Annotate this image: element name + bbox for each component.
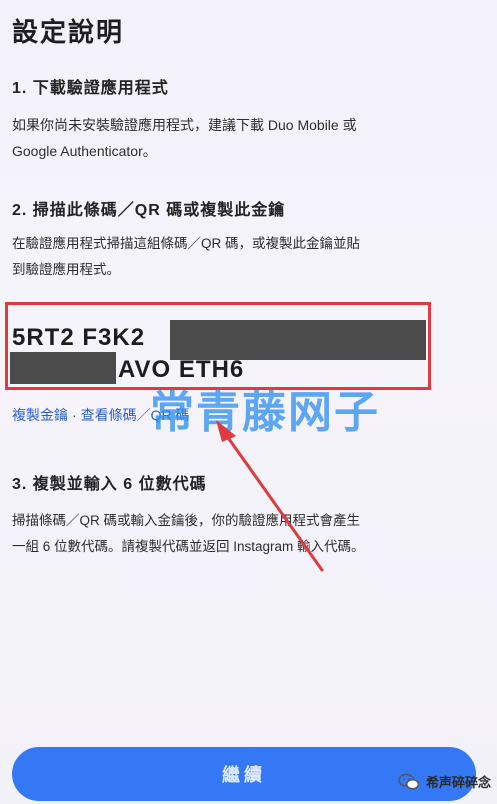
redacted-key-segment [170, 320, 426, 360]
redacted-key-segment [10, 352, 116, 384]
wechat-icon [398, 773, 420, 789]
page-title: 設定說明 [12, 17, 125, 47]
link-separator: · [72, 407, 77, 423]
step1-title: 1. 下載驗證應用程式 [12, 80, 169, 97]
step2-desc-line1: 在驗證應用程式掃描這組條碼／QR 碼，或複製此金鑰並貼 [12, 236, 360, 251]
step2-description: 在驗證應用程式掃描這組條碼／QR 碼，或複製此金鑰並貼 到驗證應用程式。 [12, 231, 477, 283]
setup-key-part2[interactable]: AVO ETH6 [118, 356, 244, 384]
key-actions: 複製金鑰 · 查看條碼／QR 碼 [12, 405, 190, 425]
step3-title: 3. 複製並輸入 6 位數代碼 [12, 476, 207, 493]
step3-description: 掃描條碼／QR 碼或輸入金鑰後，你的驗證應用程式會產生 一組 6 位數代碼。請複… [12, 508, 477, 560]
brand-watermark: 希声碎碎念 [398, 772, 491, 791]
step1-desc-line2: Google Authenticator。 [12, 143, 157, 159]
step1-desc-line1: 如果你尚未安裝驗證應用程式，建議下載 Duo Mobile 或 [12, 117, 357, 133]
step2-title: 2. 掃描此條碼／QR 碼或複製此金鑰 [12, 202, 286, 219]
copy-key-link[interactable]: 複製金鑰 [12, 407, 68, 423]
view-qr-code-link[interactable]: 查看條碼／QR 碼 [81, 407, 190, 423]
step1-description: 如果你尚未安裝驗證應用程式，建議下載 Duo Mobile 或 Google A… [12, 112, 477, 164]
step3-desc-line2: 一組 6 位數代碼。請複製代碼並返回 Instagram 輸入代碼。 [12, 539, 365, 554]
setup-key-part1[interactable]: 5RT2 F3K2 [12, 324, 145, 352]
step2-desc-line2: 到驗證應用程式。 [12, 262, 120, 277]
step3-desc-line1: 掃描條碼／QR 碼或輸入金鑰後，你的驗證應用程式會產生 [12, 513, 360, 528]
brand-name: 希声碎碎念 [426, 775, 492, 790]
